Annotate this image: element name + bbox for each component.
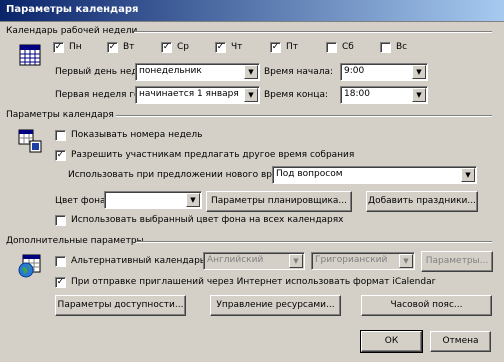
day-wed-checkbox[interactable]: ✓ — [161, 42, 172, 53]
day-sat-label: Сб — [342, 42, 354, 52]
chevron-down-icon[interactable]: ▼ — [244, 65, 258, 79]
show-week-numbers-checkbox[interactable] — [55, 130, 66, 141]
cancel-button[interactable]: Отмена — [430, 331, 491, 352]
first-week-value: начинается 1 января — [139, 89, 239, 99]
alt-calendar-language-value: Английский — [207, 255, 264, 265]
day-tue-checkbox[interactable]: ✓ — [107, 42, 118, 53]
first-day-select[interactable]: понедельник ▼ — [135, 63, 260, 81]
day-sat-checkbox[interactable] — [326, 42, 337, 53]
day-mon-checkbox[interactable]: ✓ — [53, 42, 64, 53]
chevron-down-icon[interactable]: ▼ — [399, 254, 413, 268]
work-week-section-title: Календарь рабочей недели — [6, 26, 138, 36]
propose-response-select[interactable]: Под вопросом ▼ — [272, 166, 477, 184]
propose-response-value: Под вопросом — [276, 169, 343, 179]
advanced-section-title: Дополнительные параметры — [6, 236, 144, 246]
alt-calendar-label: Альтернативный календарь: — [71, 256, 209, 266]
calendar-options-icon — [18, 129, 42, 156]
bg-color-select[interactable]: ▼ — [104, 191, 202, 209]
propose-label: Использовать при предложении нового врем… — [68, 170, 305, 180]
day-thu-checkbox[interactable]: ✓ — [215, 42, 226, 53]
calendar-grid-icon — [19, 44, 41, 69]
planner-options-button[interactable]: Параметры планировщика... — [206, 191, 352, 212]
alt-calendar-language-select[interactable]: Английский ▼ — [203, 252, 305, 270]
ok-button[interactable]: ОК — [360, 330, 423, 353]
resource-scheduling-button[interactable]: Управление ресурсами... — [210, 295, 341, 316]
end-time-select[interactable]: 18:00 ▼ — [340, 86, 428, 104]
use-color-all-checkbox[interactable] — [55, 215, 66, 226]
start-time-value: 9:00 — [344, 66, 365, 76]
calendar-options-section-title: Параметры календаря — [6, 110, 114, 120]
day-tue-label: Вт — [123, 42, 135, 52]
chevron-down-icon[interactable]: ▼ — [412, 65, 426, 79]
add-holidays-button[interactable]: Добавить праздники... — [366, 191, 478, 212]
window-title: Параметры календаря — [6, 4, 139, 15]
day-thu-label: Чт — [231, 42, 243, 52]
end-time-label: Время конца: — [264, 90, 328, 100]
day-fri-label: Пт — [286, 42, 299, 52]
chevron-down-icon[interactable]: ▼ — [186, 193, 200, 207]
work-week-divider — [134, 31, 492, 33]
chevron-down-icon[interactable]: ▼ — [244, 88, 258, 102]
first-week-select[interactable]: начинается 1 января ▼ — [135, 86, 260, 104]
title-bar: Параметры календаря — [0, 0, 504, 22]
end-time-value: 18:00 — [344, 89, 370, 99]
alt-calendar-checkbox[interactable] — [55, 256, 66, 267]
icalendar-label: При отправке приглашений через Интернет … — [71, 277, 436, 287]
calendar-options-divider — [116, 115, 492, 117]
day-wed-label: Ср — [177, 42, 189, 52]
allow-propose-checkbox[interactable]: ✓ — [55, 150, 66, 161]
start-time-label: Время начала: — [264, 67, 334, 77]
chevron-down-icon[interactable]: ▼ — [289, 254, 303, 268]
chevron-down-icon[interactable]: ▼ — [461, 168, 475, 182]
start-time-select[interactable]: 9:00 ▼ — [340, 63, 428, 81]
day-mon-label: Пн — [69, 42, 82, 52]
bg-color-label: Цвет фона: — [55, 196, 109, 206]
advanced-divider — [136, 241, 492, 243]
show-week-numbers-label: Показывать номера недель — [71, 130, 203, 140]
first-day-value: понедельник — [139, 66, 202, 76]
use-color-all-label: Использовать выбранный цвет фона на всех… — [71, 215, 344, 225]
day-fri-checkbox[interactable]: ✓ — [270, 42, 281, 53]
time-zone-button[interactable]: Часовой пояс... — [361, 295, 492, 316]
alt-calendar-type-select[interactable]: Григорианский ▼ — [311, 252, 415, 270]
allow-propose-label: Разрешить участникам предлагать другое в… — [71, 150, 355, 160]
alt-calendar-type-value: Григорианский — [315, 255, 388, 265]
day-sun-checkbox[interactable] — [380, 42, 391, 53]
availability-options-button[interactable]: Параметры доступности... — [55, 295, 186, 316]
chevron-down-icon[interactable]: ▼ — [412, 88, 426, 102]
globe-calendar-icon — [18, 254, 42, 281]
icalendar-checkbox[interactable]: ✓ — [55, 277, 66, 288]
alt-calendar-params-button[interactable]: Параметры... — [421, 251, 493, 272]
day-sun-label: Вс — [396, 42, 408, 52]
